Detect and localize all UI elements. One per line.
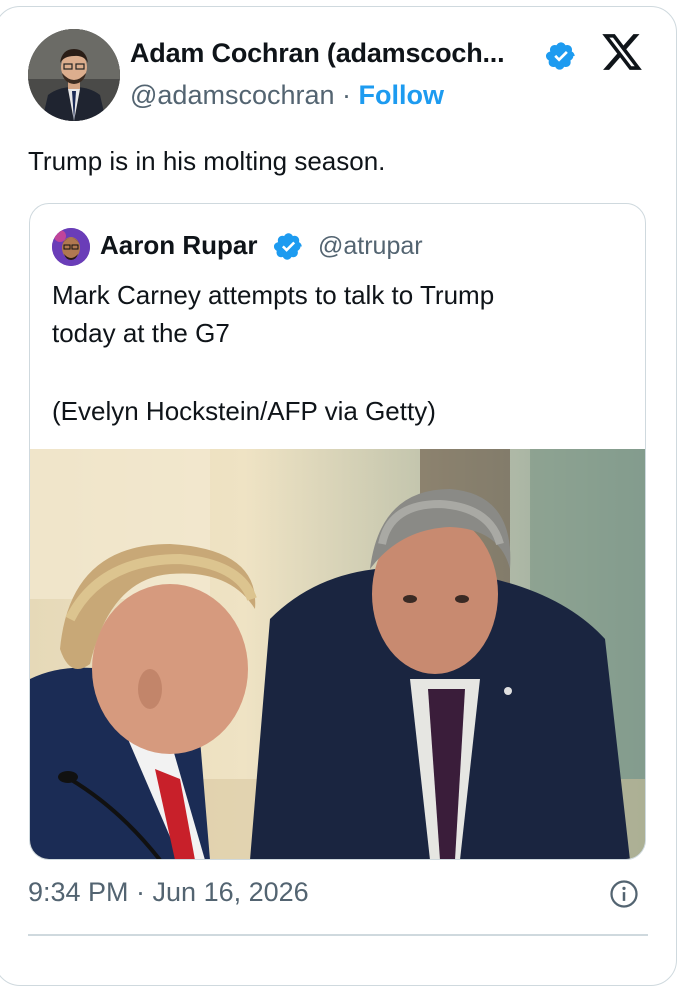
divider [28,934,648,936]
follow-button[interactable]: Follow [359,80,444,110]
quoted-author-avatar[interactable] [52,228,90,266]
quoted-text-line: today at the G7 [52,318,230,348]
author-handle-row: @adamscochran · Follow [130,80,444,111]
separator-dot: · [342,80,352,110]
author-name[interactable]: Adam Cochran (adamscoch... [130,38,505,69]
info-icon[interactable] [609,879,639,909]
verified-badge-icon [546,42,575,70]
quoted-tweet[interactable]: Aaron Rupar @atrupar Mark Carney attempt… [29,203,646,860]
tweet-text: Trump is in his molting season. [28,146,386,176]
x-logo-icon[interactable] [600,30,644,74]
author-handle[interactable]: @adamscochran [130,80,335,110]
author-avatar[interactable] [28,29,120,121]
quoted-author-handle[interactable]: @atrupar [318,232,423,261]
verified-badge-icon [273,233,302,260]
quoted-text-credit: (Evelyn Hockstein/AFP via Getty) [52,396,436,426]
quoted-photo[interactable] [30,449,645,859]
quoted-text-line: Mark Carney attempts to talk to Trump [52,280,495,310]
tweet-timestamp[interactable]: 9:34 PM · Jun 16, 2026 [28,877,309,908]
quoted-author-name[interactable]: Aaron Rupar [100,230,257,261]
